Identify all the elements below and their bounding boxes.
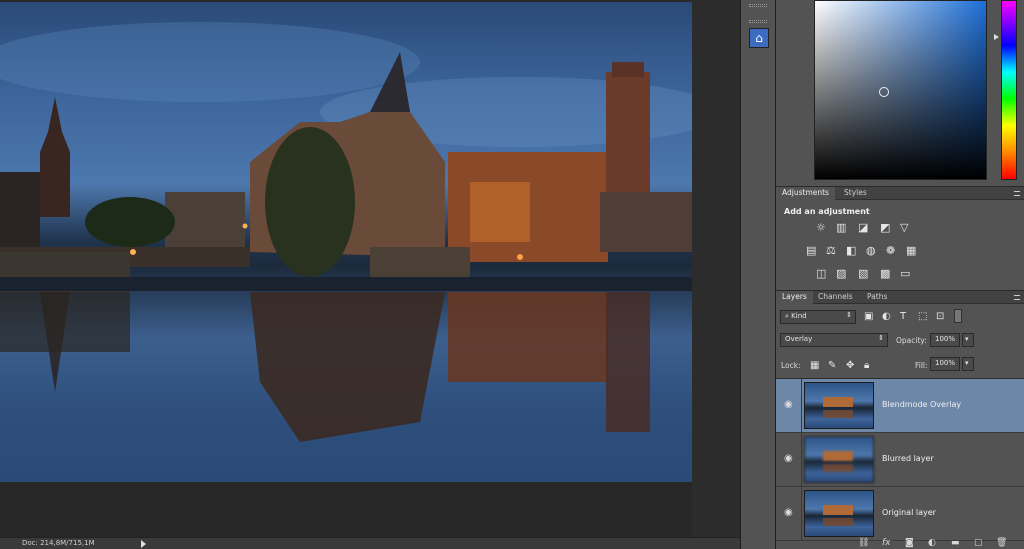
- mask-icon[interactable]: ◙: [905, 538, 914, 548]
- dock-grip[interactable]: [749, 4, 767, 7]
- invert-icon[interactable]: ◫: [816, 268, 826, 280]
- tab-paths[interactable]: Paths: [861, 291, 893, 304]
- hue-slider-arrow-icon[interactable]: [994, 34, 999, 40]
- color-field[interactable]: [814, 0, 987, 180]
- clone-source-icon[interactable]: ⌂: [749, 28, 769, 48]
- fill-label: Fill:: [915, 361, 928, 370]
- group-icon[interactable]: ▬: [951, 538, 960, 548]
- channel-mixer-icon[interactable]: ❁: [886, 245, 895, 257]
- canvas-area[interactable]: Doc: 214,8M/715,1M: [0, 0, 740, 549]
- layer-row-original-layer[interactable]: ◉ Original layer: [776, 487, 1024, 541]
- right-panels: Adjustments Styles Add an adjustment ☼ ▥…: [776, 0, 1024, 549]
- layers-list: ◉ Blendmode Overlay ◉ Blurred layer ◉ Or…: [776, 378, 1024, 541]
- adjustments-tab-bar: Adjustments Styles: [776, 186, 1024, 200]
- opacity-input[interactable]: 100%: [930, 333, 960, 347]
- dock-grip-2[interactable]: [749, 20, 767, 23]
- link-icon[interactable]: ⛓: [858, 538, 869, 548]
- layer-filter-kind[interactable]: ⌕ Kind ⇕: [780, 310, 856, 324]
- color-balance-icon[interactable]: ⚖: [826, 245, 836, 257]
- layer-thumbnail: [804, 436, 874, 483]
- lock-all-icon[interactable]: 🔒︎: [864, 360, 869, 372]
- vibrance-icon[interactable]: ▽: [900, 222, 908, 234]
- shape-filter-icon[interactable]: ⬚: [918, 311, 927, 323]
- pixel-filter-icon[interactable]: ▣: [864, 311, 873, 323]
- smart-object-filter-icon[interactable]: ⊡: [936, 311, 944, 323]
- blend-mode-value: Overlay: [785, 335, 813, 343]
- tab-layers[interactable]: Layers: [776, 291, 813, 304]
- adjustments-heading: Add an adjustment: [784, 207, 870, 216]
- visibility-column: ◉: [776, 433, 802, 487]
- filter-toggle-icon[interactable]: [954, 309, 962, 323]
- eye-icon[interactable]: ◉: [784, 507, 793, 518]
- color-lookup-icon[interactable]: ▦: [906, 245, 916, 257]
- posterize-icon[interactable]: ▨: [836, 268, 846, 280]
- fill-dropdown[interactable]: ▾: [962, 357, 974, 371]
- visibility-column: ◉: [776, 487, 802, 541]
- exposure-icon[interactable]: ◩: [880, 222, 890, 234]
- fill-input[interactable]: 100%: [930, 357, 960, 371]
- dropdown-arrows-icon: ⇕: [846, 311, 852, 319]
- layers-panel-menu-icon[interactable]: [1014, 295, 1020, 300]
- adjustment-layer-icon[interactable]: ◐: [928, 538, 936, 548]
- layer-row-blendmode-overlay[interactable]: ◉ Blendmode Overlay: [776, 379, 1024, 433]
- layer-row-blurred-layer[interactable]: ◉ Blurred layer: [776, 433, 1024, 487]
- opacity-value: 100%: [935, 335, 956, 343]
- panel-menu-icon[interactable]: [1014, 191, 1020, 196]
- type-filter-icon[interactable]: T: [900, 311, 906, 323]
- visibility-column: ◉: [776, 379, 802, 433]
- lock-transparency-icon[interactable]: ▦: [810, 360, 819, 372]
- fill-value: 100%: [935, 359, 956, 367]
- collapsed-panel-dock: ⌂: [740, 0, 776, 549]
- layer-thumbnail: [804, 382, 874, 429]
- document-image[interactable]: [0, 2, 692, 482]
- layer-name: Blurred layer: [882, 454, 934, 463]
- trash-icon[interactable]: 🗑︎: [996, 538, 1007, 548]
- black-white-icon[interactable]: ◧: [846, 245, 856, 257]
- brightness-icon[interactable]: ☼: [816, 222, 826, 234]
- canvas-scroll-gutter: [692, 0, 740, 537]
- threshold-icon[interactable]: ▧: [858, 268, 868, 280]
- blend-mode-select[interactable]: Overlay ⇕: [780, 333, 888, 347]
- doc-size-readout: Doc: 214,8M/715,1M: [22, 539, 95, 547]
- lock-label: Lock:: [781, 361, 801, 370]
- gradient-map-icon[interactable]: ▭: [900, 268, 910, 280]
- eye-icon[interactable]: ◉: [784, 399, 793, 410]
- canal-photo: [0, 22, 692, 442]
- lock-position-icon[interactable]: ✥: [846, 360, 854, 372]
- color-picker-cursor-icon[interactable]: [879, 87, 889, 97]
- tab-styles[interactable]: Styles: [838, 187, 873, 200]
- opacity-label: Opacity:: [896, 336, 927, 345]
- eye-icon[interactable]: ◉: [784, 453, 793, 464]
- layer-name: Original layer: [882, 508, 936, 517]
- dropdown-arrows-icon: ⇕: [878, 334, 884, 342]
- layer-name: Blendmode Overlay: [882, 400, 962, 409]
- new-layer-icon[interactable]: ▢: [974, 538, 983, 548]
- adjustment-filter-icon[interactable]: ◐: [882, 311, 891, 323]
- lock-paint-icon[interactable]: ✎: [828, 360, 836, 372]
- levels-icon[interactable]: ▥: [836, 222, 846, 234]
- status-bar: Doc: 214,8M/715,1M: [0, 537, 740, 549]
- selective-color-icon[interactable]: ▩: [880, 268, 890, 280]
- filter-kind-label: Kind: [791, 312, 807, 320]
- layer-thumbnail: [804, 490, 874, 537]
- hue-slider[interactable]: [1001, 0, 1017, 180]
- curves-icon[interactable]: ◪: [858, 222, 868, 234]
- tab-channels[interactable]: Channels: [812, 291, 859, 304]
- photo-filter-icon[interactable]: ◍: [866, 245, 876, 257]
- hue-saturation-icon[interactable]: ▤: [806, 245, 816, 257]
- layers-tab-bar: Layers Channels Paths: [776, 290, 1024, 304]
- status-menu-arrow-icon[interactable]: [141, 540, 146, 548]
- opacity-dropdown[interactable]: ▾: [962, 333, 974, 347]
- fx-icon[interactable]: fx: [882, 538, 891, 548]
- tab-adjustments[interactable]: Adjustments: [776, 187, 835, 200]
